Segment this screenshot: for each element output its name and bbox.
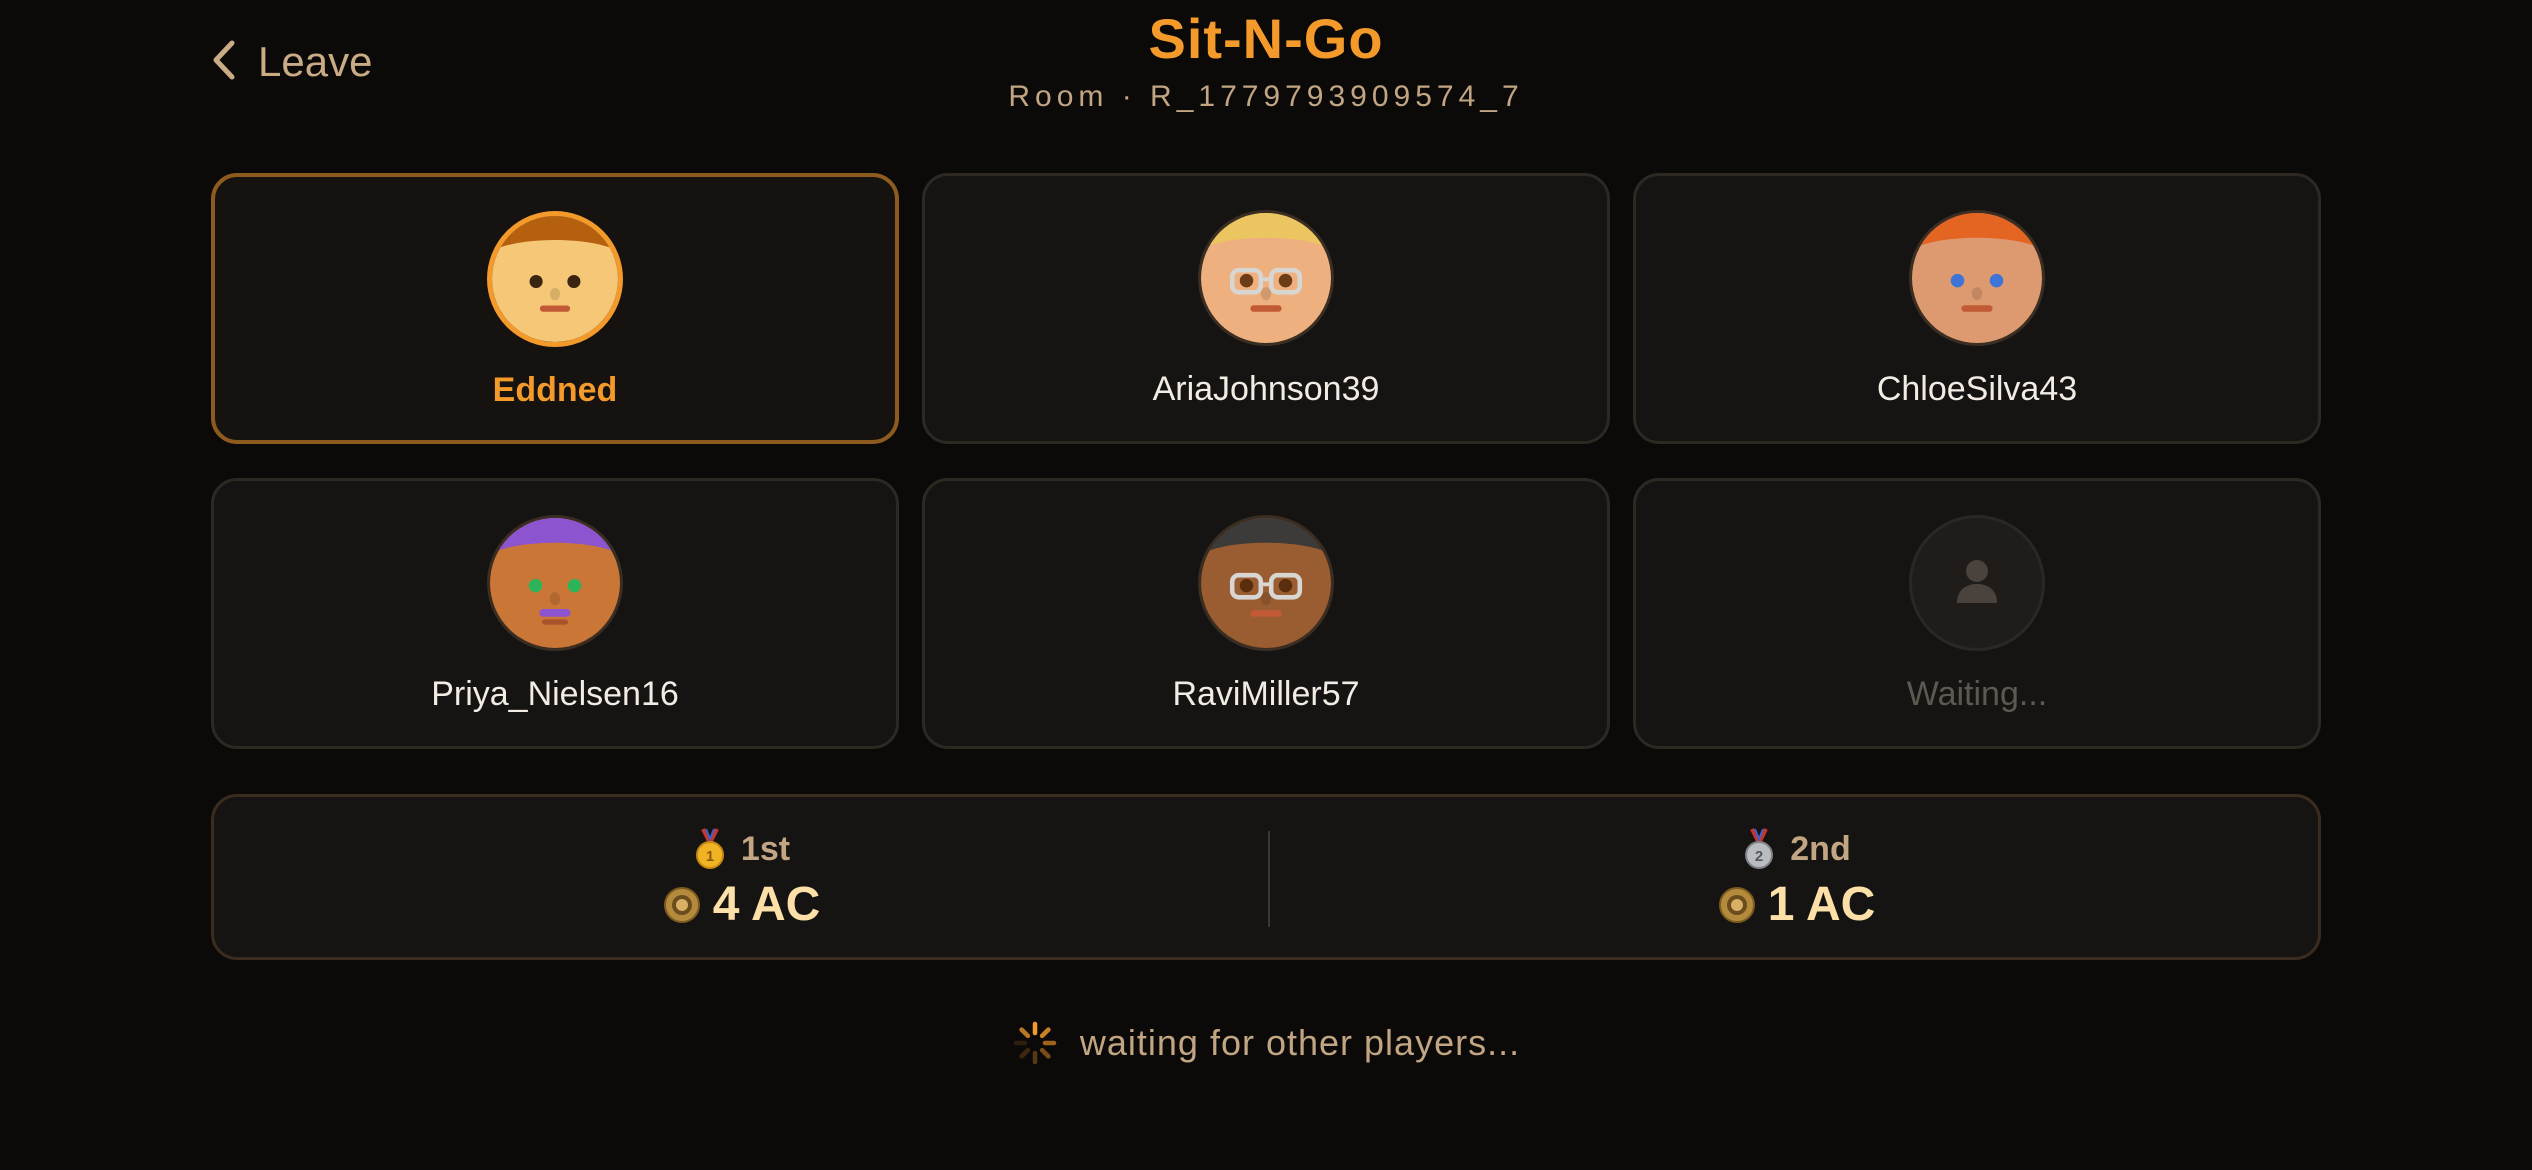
avatar-face — [490, 518, 620, 648]
room-id: Room · R_1779793909574_7 — [1008, 80, 1524, 113]
seat-card[interactable]: RaviMiller57 — [922, 478, 1610, 749]
coin-icon — [663, 886, 701, 924]
seat-card[interactable]: ChloeSilva43 — [1633, 173, 2321, 444]
avatar — [1198, 515, 1334, 651]
svg-text:1: 1 — [706, 848, 714, 865]
avatar-face — [1201, 213, 1331, 343]
player-name: Eddned — [492, 371, 618, 409]
avatar — [487, 211, 623, 347]
seat-card[interactable]: Priya_Nielsen16 — [211, 478, 899, 749]
header: Leave Sit-N-Go Room · R_1779793909574_7 — [0, 0, 2532, 140]
prize-second: 2 2nd 1 AC — [1269, 797, 2324, 957]
player-name: RaviMiller57 — [1172, 675, 1360, 713]
avatar-face — [1201, 518, 1331, 648]
status-text: waiting for other players... — [1079, 1022, 1521, 1063]
prize-first: 1 1st 4 AC — [214, 797, 1269, 957]
svg-text:2: 2 — [1755, 848, 1763, 865]
loading-spinner-icon — [1012, 1020, 1058, 1066]
avatar-face — [1912, 213, 2042, 343]
player-name: AriaJohnson39 — [1152, 370, 1380, 408]
player-name: ChloeSilva43 — [1876, 370, 2078, 408]
gold-medal-icon: 1 — [693, 827, 727, 871]
prize-panel: 1 1st 4 AC 2 2nd 1 AC — [211, 794, 2321, 960]
empty-seat-card: Waiting... — [1633, 478, 2321, 749]
silver-medal-icon: 2 — [1742, 827, 1776, 871]
seat-card[interactable]: AriaJohnson39 — [922, 173, 1610, 444]
avatar-face — [492, 216, 618, 342]
prize-amount: 1 AC — [1767, 878, 1876, 931]
waiting-label: Waiting... — [1906, 675, 2048, 713]
place-label: 1st — [740, 829, 791, 868]
seat-grid: Eddned AriaJohnson39 ChloeSilva43 Priya_… — [211, 173, 2321, 749]
seat-card[interactable]: Eddned — [211, 173, 899, 444]
avatar — [1909, 210, 2045, 346]
avatar — [487, 515, 623, 651]
user-placeholder-icon — [1949, 553, 2005, 614]
place-label: 2nd — [1790, 829, 1851, 868]
player-name: Priya_Nielsen16 — [431, 675, 679, 713]
status-bar: waiting for other players... — [0, 1020, 2532, 1066]
page-title: Sit-N-Go — [1148, 7, 1384, 70]
prize-amount: 4 AC — [712, 878, 821, 931]
empty-avatar — [1909, 515, 2045, 651]
coin-icon — [1718, 886, 1756, 924]
avatar — [1198, 210, 1334, 346]
